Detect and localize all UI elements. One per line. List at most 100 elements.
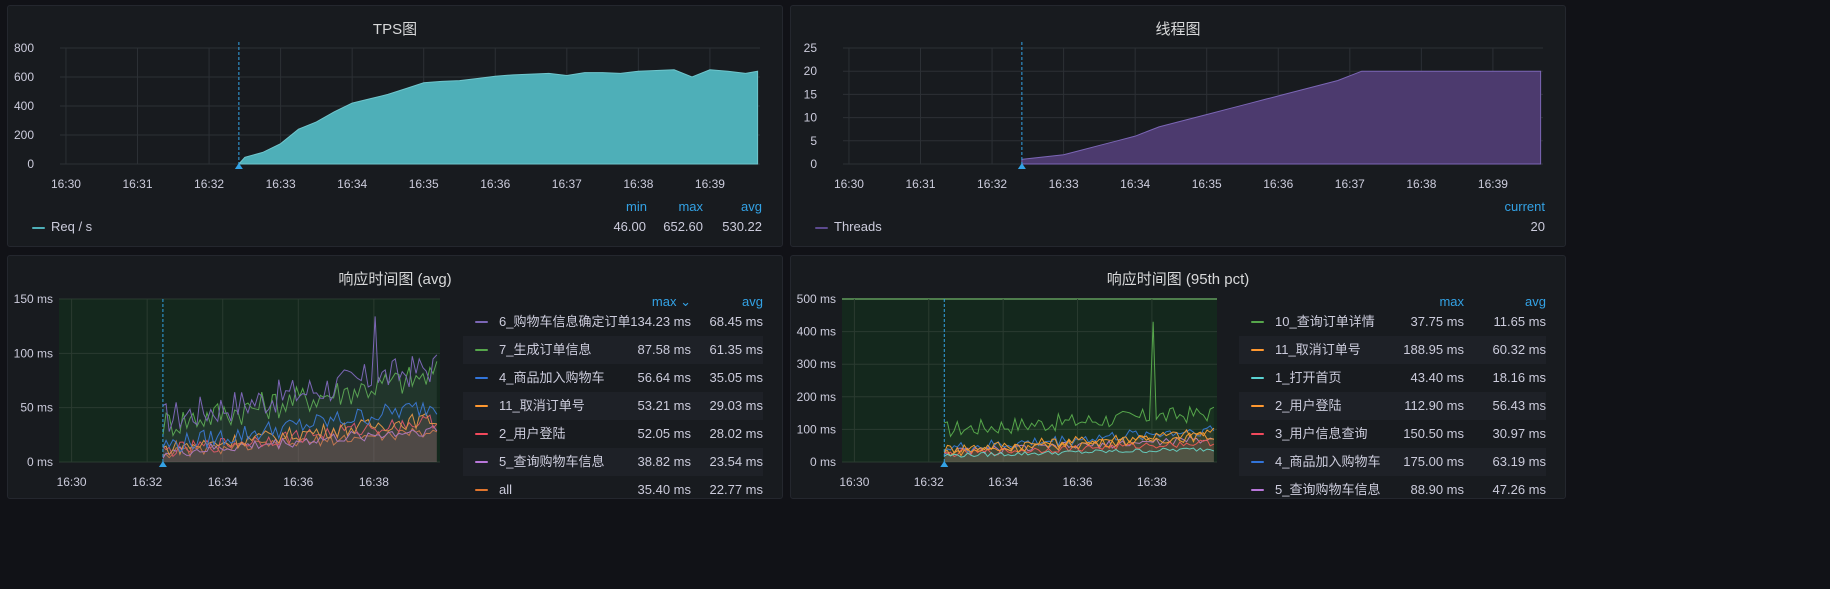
series-name: 3_用户信息查询 [1275, 426, 1368, 441]
x-tick-label: 16:32 [132, 475, 162, 489]
x-tick-label: 16:34 [208, 475, 238, 489]
y-tick-label: 500 ms [797, 292, 836, 306]
legend-table: max ⌄ avg 6_购物车信息确定订单 134.23 ms 68.45 ms 7_… [463, 292, 763, 497]
legend-max-header[interactable]: max [678, 199, 703, 214]
rt-avg-panel: 响应时间图 (avg) 0 ms 50 ms 100 ms 150 ms 16:30 16… [7, 255, 783, 499]
legend-table-row[interactable]: 2_用户登陆 52.05 ms 28.02 ms [463, 420, 763, 448]
y-tick-label: 200 [14, 128, 34, 142]
x-tick-label: 16:33 [266, 177, 296, 191]
series-swatch [475, 433, 488, 435]
legend-table-row[interactable]: 11_取消订单号 53.21 ms 29.03 ms [463, 392, 763, 420]
x-tick-label: 16:38 [623, 177, 653, 191]
legend-item[interactable]: Threads 20 [791, 217, 1567, 237]
series-max-value: 52.05 ms [637, 426, 691, 441]
series-swatch [475, 349, 488, 351]
x-tick-label: 16:32 [977, 177, 1007, 191]
legend-avg-header[interactable]: avg [741, 199, 762, 214]
avg-column-header[interactable]: avg [1525, 294, 1546, 309]
legend-item[interactable]: Req / s 46.00 652.60 530.22 [8, 217, 784, 237]
y-tick-label: 5 [810, 134, 817, 148]
x-tick-label: 16:31 [905, 177, 935, 191]
y-tick-label: 15 [804, 87, 818, 101]
y-tick-label: 100 ms [14, 346, 53, 360]
series-name: 5_查询购物车信息 [499, 454, 605, 469]
legend-table-row[interactable]: 11_取消订单号 188.95 ms 60.32 ms [1239, 336, 1546, 364]
legend-current-value: 20 [1530, 219, 1545, 234]
legend-series-name: Threads [834, 219, 882, 234]
x-tick-label: 16:32 [914, 475, 944, 489]
y-tick-label: 20 [804, 64, 818, 78]
y-tick-label: 200 ms [797, 390, 836, 404]
series-max-value: 188.95 ms [1403, 342, 1464, 357]
legend-table: max avg 10_查询订单详情 37.75 ms 11.65 ms 11_取消订单… [1239, 292, 1546, 497]
series-name: 4_商品加入购物车 [1275, 454, 1381, 469]
y-tick-label: 10 [804, 111, 818, 125]
series-name: 5_查询购物车信息 [1275, 482, 1381, 497]
series-max-value: 38.82 ms [637, 454, 691, 469]
y-tick-label: 0 ms [27, 455, 53, 469]
x-tick-label: 16:38 [1406, 177, 1436, 191]
series-max-value: 175.00 ms [1403, 454, 1464, 469]
series-avg-value: 23.54 ms [709, 454, 763, 469]
x-tick-label: 16:32 [194, 177, 224, 191]
rt-p95-panel: 响应时间图 (95th pct) 0 ms 100 ms 200 ms 300 ms 4… [790, 255, 1566, 499]
legend-table-row[interactable]: 3_用户信息查询 150.50 ms 30.97 ms [1239, 420, 1546, 448]
y-tick-label: 0 [810, 157, 817, 171]
series-max-value: 88.90 ms [1410, 482, 1464, 497]
series-swatch [475, 377, 488, 379]
series-max-value: 37.75 ms [1410, 314, 1464, 329]
x-tick-label: 16:38 [359, 475, 389, 489]
series-avg-value: 29.03 ms [709, 398, 763, 413]
legend-table-row[interactable]: 6_购物车信息确定订单 134.23 ms 68.45 ms [463, 308, 763, 336]
series-swatch [1251, 377, 1264, 379]
x-tick-label: 16:39 [695, 177, 725, 191]
legend-table-row[interactable]: 2_用户登陆 112.90 ms 56.43 ms [1239, 392, 1546, 420]
legend-table-row[interactable]: 1_打开首页 43.40 ms 18.16 ms [1239, 364, 1546, 392]
legend-table-row[interactable]: 10_查询订单详情 37.75 ms 11.65 ms [1239, 308, 1546, 336]
avg-column-header[interactable]: avg [742, 294, 763, 309]
max-column-header[interactable]: max [1439, 294, 1464, 309]
series-max-value: 87.58 ms [637, 342, 691, 357]
series-max-value: 56.64 ms [637, 370, 691, 385]
x-tick-label: 16:34 [988, 475, 1018, 489]
legend-table-row[interactable]: 4_商品加入购物车 56.64 ms 35.05 ms [463, 364, 763, 392]
legend-table-row[interactable]: 5_查询购物车信息 38.82 ms 23.54 ms [463, 448, 763, 476]
series-max-value: 112.90 ms [1404, 398, 1464, 413]
y-tick-label: 0 ms [810, 455, 836, 469]
series-name: 4_商品加入购物车 [499, 370, 605, 385]
series-swatch [1251, 433, 1264, 435]
series-swatch [1251, 405, 1264, 407]
series-avg-value: 30.97 ms [1492, 426, 1546, 441]
series-avg-value: 68.45 ms [709, 314, 763, 329]
y-tick-label: 600 [14, 70, 34, 84]
series-avg-value: 60.32 ms [1492, 342, 1546, 357]
legend-current-header[interactable]: current [1505, 199, 1545, 214]
y-tick-label: 25 [804, 41, 818, 55]
series-avg-value: 35.05 ms [709, 370, 763, 385]
series-swatch [32, 227, 45, 229]
x-tick-label: 16:39 [1478, 177, 1508, 191]
x-tick-label: 16:33 [1049, 177, 1079, 191]
x-tick-label: 16:34 [1120, 177, 1150, 191]
x-tick-label: 16:35 [409, 177, 439, 191]
threads-panel: 线程图 0 5 10 15 20 25 16:30 16:31 16:32 16:33 16:34 1… [790, 5, 1566, 247]
y-tick-label: 0 [27, 157, 34, 171]
series-avg-value: 11.65 ms [1493, 314, 1546, 329]
series-avg-value: 47.26 ms [1492, 482, 1546, 497]
legend-table-row[interactable]: 5_查询购物车信息 88.90 ms 47.26 ms [1239, 476, 1546, 504]
legend-min-header[interactable]: min [626, 199, 647, 214]
y-tick-label: 150 ms [14, 292, 53, 306]
series-avg-value: 56.43 ms [1492, 398, 1546, 413]
series-max-value: 35.40 ms [637, 482, 691, 497]
y-tick-label: 400 [14, 99, 34, 113]
series-max-value: 134.23 ms [630, 314, 691, 329]
legend-table-row[interactable]: 7_生成订单信息 87.58 ms 61.35 ms [463, 336, 763, 364]
series-max-value: 53.21 ms [637, 398, 691, 413]
x-tick-label: 16:38 [1137, 475, 1167, 489]
series-swatch [1251, 461, 1264, 463]
x-tick-label: 16:36 [480, 177, 510, 191]
x-tick-label: 16:31 [122, 177, 152, 191]
legend-table-row[interactable]: 4_商品加入购物车 175.00 ms 63.19 ms [1239, 448, 1546, 476]
legend-table-row[interactable]: all 35.40 ms 22.77 ms [463, 476, 763, 504]
y-tick-label: 300 ms [797, 357, 836, 371]
